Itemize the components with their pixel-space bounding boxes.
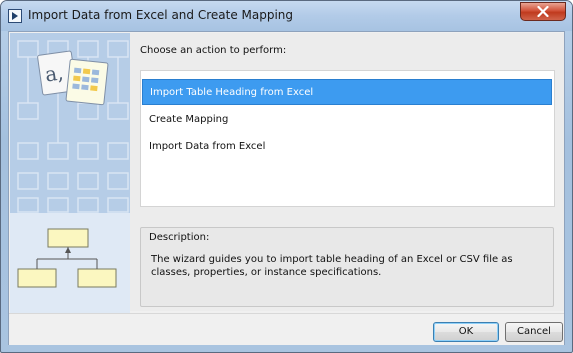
ok-button[interactable]: OK xyxy=(433,322,499,342)
wizard-content: Choose an action to perform: Import Tabl… xyxy=(130,33,564,311)
close-x-icon xyxy=(537,6,549,17)
button-bar: OK Cancel xyxy=(9,313,564,345)
wizard-illustration: a, xyxy=(10,33,130,344)
description-label: Description: xyxy=(149,232,210,243)
action-create-mapping[interactable]: Create Mapping xyxy=(142,107,552,133)
wizard-window: Import Data from Excel and Create Mappin… xyxy=(0,0,573,353)
svg-text:a,: a, xyxy=(43,60,64,86)
description-box: Description: The wizard guides you to im… xyxy=(140,227,554,307)
action-list[interactable]: Import Table Heading from Excel Create M… xyxy=(140,70,555,207)
cancel-button[interactable]: Cancel xyxy=(505,322,563,342)
action-import-table-heading[interactable]: Import Table Heading from Excel xyxy=(142,79,552,105)
action-import-data[interactable]: Import Data from Excel xyxy=(142,134,552,160)
window-title: Import Data from Excel and Create Mappin… xyxy=(28,8,294,22)
wizard-illustration-graphic: a, xyxy=(10,40,130,344)
dialog-client-area: a, Choose an action to perform: Import T… xyxy=(8,31,565,345)
close-button[interactable] xyxy=(520,2,566,21)
description-text: The wizard guides you to import table he… xyxy=(151,254,513,278)
play-arrow-icon xyxy=(8,9,22,23)
action-prompt: Choose an action to perform: xyxy=(140,45,287,56)
title-bar: Import Data from Excel and Create Mappin… xyxy=(1,1,572,31)
